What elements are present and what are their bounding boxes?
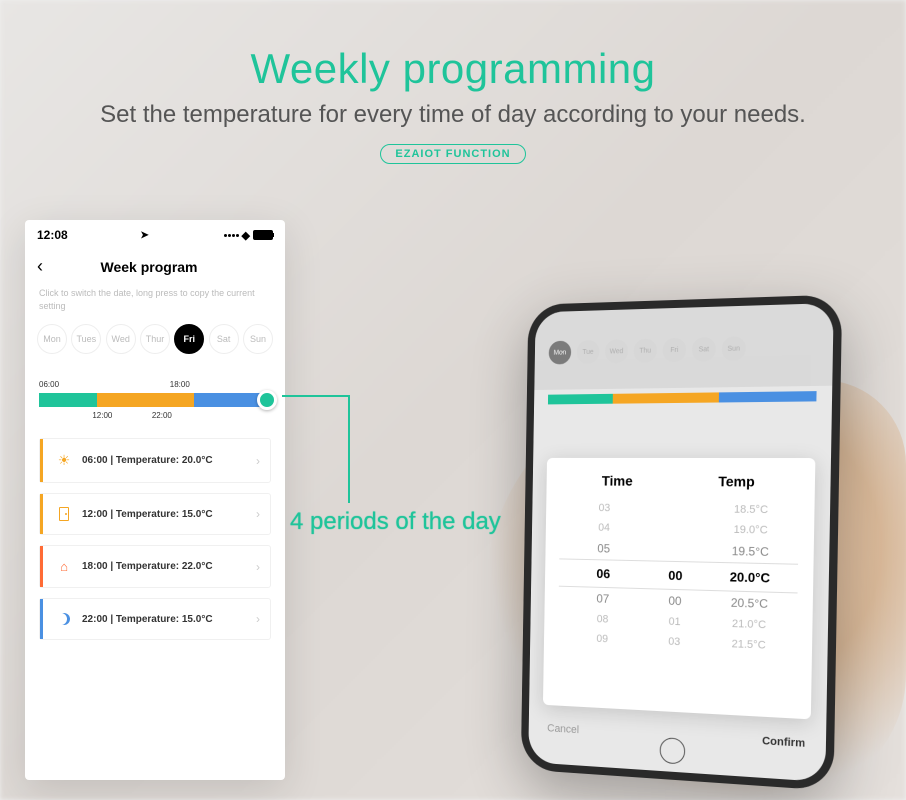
hint-text: Click to switch the date, long press to … xyxy=(25,283,285,316)
wifi-icon: ◆ xyxy=(242,229,250,242)
day-sat[interactable]: Sat xyxy=(209,324,239,354)
timeline-label-1200: 12:00 xyxy=(92,411,112,420)
home-icon: ⌂ xyxy=(60,559,68,574)
day-chip[interactable]: Tue xyxy=(577,340,600,364)
period-text: 12:00 | Temperature: 15.0°C xyxy=(82,509,256,520)
battery-icon xyxy=(253,230,273,240)
timeline-label-1800: 18:00 xyxy=(170,380,190,389)
day-mon[interactable]: Mon xyxy=(37,324,67,354)
period-row[interactable]: 22:00 | Temperature: 15.0°C› xyxy=(39,598,271,640)
day-chip[interactable]: Sat xyxy=(692,337,716,362)
day-chip[interactable]: Sun xyxy=(722,336,746,361)
day-chip[interactable]: Wed xyxy=(605,339,628,363)
day-tues[interactable]: Tues xyxy=(71,324,101,354)
period-row[interactable]: ⌂ 18:00 | Temperature: 22.0°C› xyxy=(39,545,271,588)
home-button[interactable] xyxy=(660,737,686,765)
page-subtitle: Set the temperature for every time of da… xyxy=(0,101,906,129)
period-text: 06:00 | Temperature: 20.0°C xyxy=(82,455,256,466)
time-temp-picker[interactable]: Time Temp 0318.5°C0419.0°C0519.5°C060020… xyxy=(543,458,815,719)
sun-icon: ☀ xyxy=(58,452,71,469)
cancel-button[interactable]: Cancel xyxy=(547,723,579,737)
chevron-right-icon: › xyxy=(256,612,260,626)
screen-title: Week program xyxy=(25,259,273,275)
timeline-label-2200: 22:00 xyxy=(152,411,172,420)
status-time: 12:08 xyxy=(37,228,68,242)
day-sun[interactable]: Sun xyxy=(243,324,273,354)
period-row[interactable]: ☀ 06:00 | Temperature: 20.0°C› xyxy=(39,438,271,483)
period-text: 18:00 | Temperature: 22.0°C xyxy=(82,561,256,572)
day-chip[interactable]: Fri xyxy=(662,338,686,363)
cellular-icon xyxy=(224,234,239,237)
callout-line xyxy=(348,395,350,503)
door-icon xyxy=(59,507,69,521)
picker-header-time: Time xyxy=(602,473,633,489)
page-title: Weekly programming xyxy=(0,45,906,93)
day-chip[interactable]: Mon xyxy=(549,341,572,365)
day-thur[interactable]: Thur xyxy=(140,324,170,354)
phone-right: MonTueWedThuFriSatSun Time Temp 0318.5°C… xyxy=(521,294,843,790)
moon-icon xyxy=(58,613,70,625)
phone-left: 12:08 ➤ ◆ ‹ Week program Click to switch… xyxy=(25,220,285,780)
day-fri[interactable]: Fri xyxy=(174,324,204,354)
day-wed[interactable]: Wed xyxy=(106,324,136,354)
location-arrow-icon: ➤ xyxy=(140,230,148,241)
timeline-bar[interactable] xyxy=(39,393,271,407)
picker-header-temp: Temp xyxy=(718,473,755,489)
callout-line xyxy=(282,395,348,397)
day-chip[interactable]: Thu xyxy=(633,338,657,362)
timeline-label-0600: 06:00 xyxy=(39,380,59,389)
confirm-button[interactable]: Confirm xyxy=(762,735,805,750)
period-row[interactable]: 12:00 | Temperature: 15.0°C› xyxy=(39,493,271,535)
chevron-right-icon: › xyxy=(256,507,260,521)
function-badge: EZAIOT FUNCTION xyxy=(380,144,525,164)
callout-text: 4 periods of the day xyxy=(290,508,501,536)
chevron-right-icon: › xyxy=(256,560,260,574)
period-text: 22:00 | Temperature: 15.0°C xyxy=(82,614,256,625)
chevron-right-icon: › xyxy=(256,454,260,468)
